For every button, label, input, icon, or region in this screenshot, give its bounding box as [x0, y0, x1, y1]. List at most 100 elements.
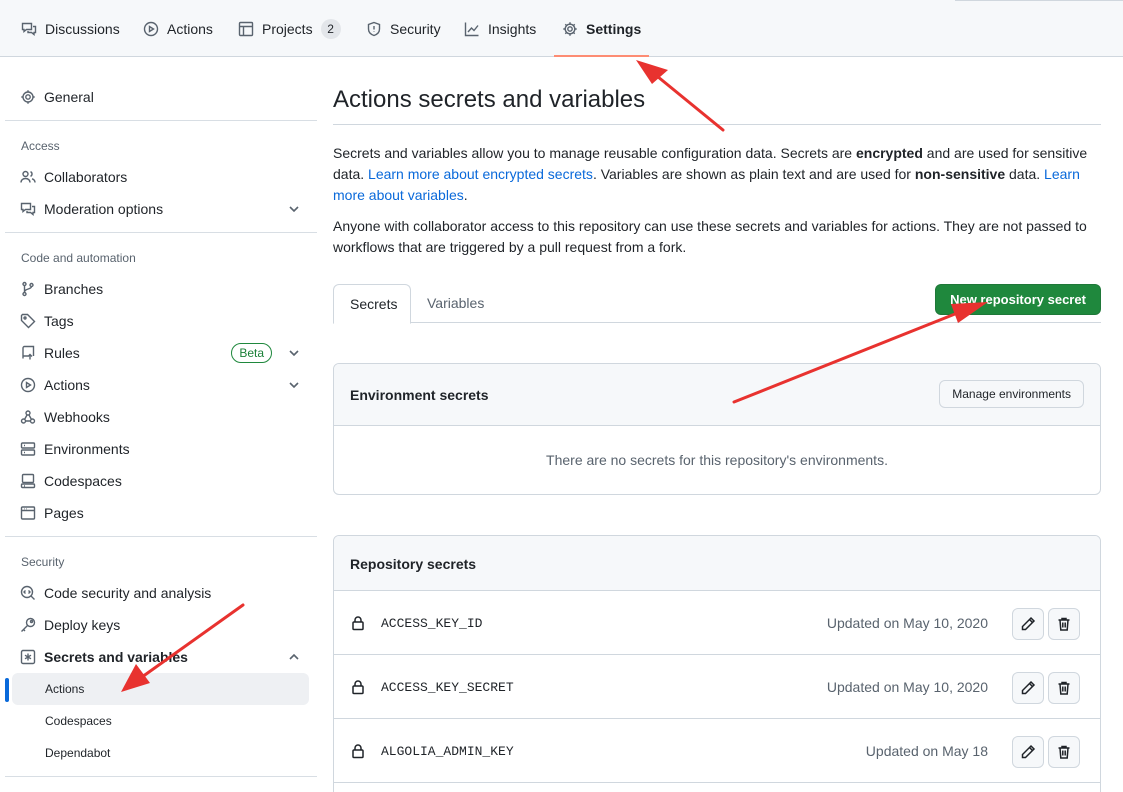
sidebar-item-environments[interactable]: Environments	[12, 433, 310, 465]
tab-label: Actions	[167, 20, 213, 37]
tab-variables[interactable]: Variables	[411, 284, 500, 323]
sidebar-item-codespaces[interactable]: Codespaces	[12, 465, 310, 497]
intro-paragraph: Secrets and variables allow you to manag…	[333, 145, 1088, 203]
delete-secret-button[interactable]	[1048, 672, 1080, 704]
webhook-icon	[20, 410, 36, 424]
lock-icon	[352, 616, 364, 631]
environment-secrets-title: Environment secrets	[350, 387, 489, 403]
tab-insights[interactable]: Insights	[464, 0, 536, 57]
pencil-icon	[1021, 680, 1036, 695]
delete-secret-button[interactable]	[1048, 608, 1080, 640]
trash-icon	[1058, 617, 1070, 631]
box-header: Environment secrets Manage environments	[334, 364, 1100, 426]
lock-icon	[352, 680, 364, 695]
sidebar-divider	[5, 232, 317, 233]
tab-projects[interactable]: Projects 2	[238, 0, 341, 57]
people-icon	[20, 170, 36, 183]
git-branch-icon	[22, 281, 34, 297]
lock-icon	[352, 744, 364, 759]
box-header: Repository secrets	[334, 536, 1100, 591]
sidebar-heading-security: Security	[21, 555, 65, 569]
sidebar-item-deploy-keys[interactable]: Deploy keys	[12, 609, 310, 641]
table-icon	[238, 21, 254, 36]
sidebar-heading-access: Access	[21, 139, 60, 153]
page-title: Actions secrets and variables	[333, 86, 646, 113]
tab-settings[interactable]: Settings	[553, 0, 650, 57]
sidebar-item-tags[interactable]: Tags	[12, 305, 310, 337]
sidebar-item-secrets-variables[interactable]: Secrets and variables	[12, 641, 310, 673]
projects-count: 2	[320, 18, 341, 39]
active-indicator	[5, 678, 9, 702]
trash-icon	[1058, 745, 1070, 759]
header-edge	[955, 0, 1123, 1]
sidebar-item-webhooks[interactable]: Webhooks	[12, 401, 310, 433]
sidebar-item-collaborators[interactable]: Collaborators	[12, 161, 310, 193]
comment-discussion-icon	[20, 202, 36, 216]
trash-icon	[1058, 681, 1070, 695]
beta-badge: Beta	[231, 343, 272, 363]
sidebar-item-general[interactable]: General	[12, 81, 310, 113]
sidebar-item-label: Secrets and variables	[44, 649, 188, 665]
sidebar-item-label: Moderation options	[44, 201, 164, 217]
pencil-icon	[1021, 616, 1036, 631]
title-divider	[333, 124, 1101, 125]
tab-security[interactable]: Security	[366, 0, 441, 57]
repo-nav: Discussions Actions Projects 2 Security …	[0, 0, 1123, 57]
sidebar-item-label: Deploy keys	[44, 617, 121, 633]
tab-secrets[interactable]: Secrets	[333, 284, 411, 324]
gear-icon	[563, 21, 577, 36]
key-asterisk-icon	[20, 649, 36, 665]
secret-name: ALGOLIA_ADMIN_KEY	[381, 744, 514, 759]
sidebar-item-label: Pages	[44, 505, 84, 521]
play-icon	[20, 377, 36, 393]
sidebar-item-label: Tags	[44, 313, 74, 329]
sidebar-subitem-actions[interactable]: Actions	[12, 673, 309, 705]
repo-push-icon	[22, 345, 35, 360]
secret-name: ACCESS_KEY_SECRET	[381, 680, 514, 695]
play-icon	[143, 21, 159, 36]
sidebar-divider	[5, 776, 317, 777]
gear-icon	[21, 90, 35, 104]
sidebar-item-code-security[interactable]: Code security and analysis	[12, 577, 310, 609]
edit-secret-button[interactable]	[1012, 608, 1044, 640]
tab-label: Projects	[262, 20, 313, 37]
tab-label: Security	[390, 20, 441, 37]
graph-icon	[464, 22, 479, 36]
table-row: ALGOLIA_ADMIN_KEY Updated on May 18	[334, 719, 1100, 783]
manage-environments-button[interactable]: Manage environments	[939, 380, 1084, 408]
secret-updated: Updated on May 18	[865, 743, 988, 759]
sidebar-item-label: Code security and analysis	[44, 585, 212, 601]
learn-secrets-link[interactable]: Learn more about encrypted secrets	[368, 166, 593, 182]
sidebar-item-rules[interactable]: Rules Beta	[12, 337, 310, 369]
tab-actions[interactable]: Actions	[143, 0, 213, 57]
sidebar-item-pages[interactable]: Pages	[12, 497, 310, 529]
comment-discussion-icon	[21, 22, 37, 36]
sidebar-item-label: Rules	[44, 345, 80, 361]
tab-discussions[interactable]: Discussions	[21, 0, 120, 57]
edit-secret-button[interactable]	[1012, 736, 1044, 768]
sidebar-item-label: Actions	[44, 377, 90, 393]
tag-icon	[20, 313, 36, 329]
secret-name: ACCESS_KEY_ID	[381, 616, 483, 631]
sidebar-item-label: Environments	[44, 441, 130, 457]
repository-secrets-title: Repository secrets	[350, 556, 477, 572]
sidebar-item-moderation[interactable]: Moderation options	[12, 193, 310, 225]
sidebar-divider	[5, 120, 317, 121]
sidebar-item-actions[interactable]: Actions	[12, 369, 310, 401]
pencil-icon	[1021, 744, 1036, 759]
environment-secrets-box: Environment secrets Manage environments …	[333, 363, 1101, 495]
delete-secret-button[interactable]	[1048, 736, 1080, 768]
access-paragraph: Anyone with collaborator access to this …	[333, 218, 1087, 255]
table-row: ACCESS_KEY_ID Updated on May 10, 2020	[334, 591, 1100, 655]
sidebar-subitem-codespaces[interactable]: Codespaces	[12, 705, 309, 737]
sidebar-item-label: Collaborators	[44, 169, 128, 185]
arrow-to-settings-tab	[636, 60, 725, 132]
edit-secret-button[interactable]	[1012, 672, 1044, 704]
sidebar-divider	[5, 536, 317, 537]
new-repository-secret-button[interactable]: New repository secret	[935, 284, 1101, 315]
chevron-down-icon	[289, 382, 299, 389]
chevron-up-icon	[289, 653, 299, 660]
sidebar-item-branches[interactable]: Branches	[12, 273, 310, 305]
secret-updated: Updated on May 10, 2020	[826, 679, 988, 695]
sidebar-subitem-dependabot[interactable]: Dependabot	[12, 737, 309, 769]
